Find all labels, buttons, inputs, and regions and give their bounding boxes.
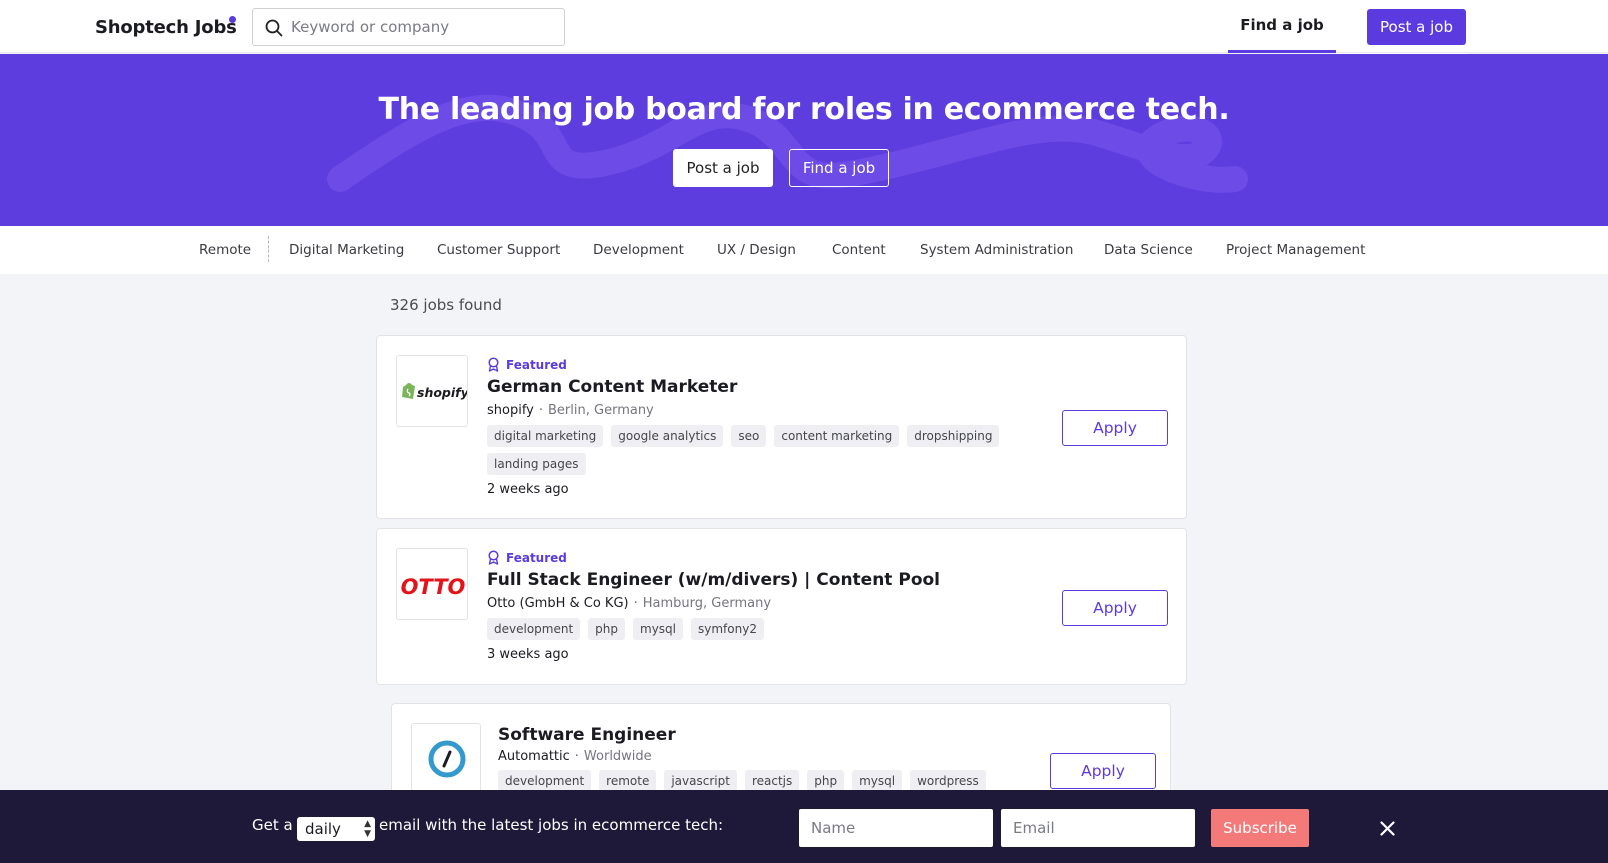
- award-icon: [488, 357, 499, 372]
- job-title[interactable]: Full Stack Engineer (w/m/divers) | Conte…: [487, 570, 940, 590]
- subscribe-email-input[interactable]: [1001, 809, 1195, 847]
- meta-separator: ·: [574, 749, 579, 764]
- category-customer-support[interactable]: Customer Support: [437, 226, 560, 274]
- tag[interactable]: landing pages: [487, 453, 586, 475]
- tag[interactable]: development: [487, 618, 581, 640]
- nav-find-job[interactable]: Find a job: [1228, 0, 1336, 53]
- tag[interactable]: wordpress: [910, 770, 986, 792]
- tag[interactable]: php: [588, 618, 626, 640]
- hero-banner: The leading job board for roles in ecomm…: [0, 54, 1608, 226]
- tag[interactable]: javascript: [664, 770, 737, 792]
- shopify-logo-icon: shopify: [402, 383, 468, 400]
- tag[interactable]: seo: [731, 425, 767, 447]
- jobs-found-count: 326 jobs found: [390, 296, 502, 314]
- category-digital-marketing[interactable]: Digital Marketing: [289, 226, 404, 274]
- category-ux-design[interactable]: UX / Design: [717, 226, 796, 274]
- tag[interactable]: php: [807, 770, 845, 792]
- job-location: Worldwide: [583, 749, 652, 764]
- category-bar: Remote Digital Marketing Customer Suppor…: [0, 226, 1608, 274]
- category-remote[interactable]: Remote: [199, 226, 251, 274]
- job-location: Berlin, Germany: [548, 403, 654, 418]
- job-meta: shopify · Berlin, Germany: [487, 403, 654, 418]
- job-title[interactable]: Software Engineer: [498, 725, 676, 745]
- apply-button[interactable]: Apply: [1062, 410, 1168, 446]
- tag[interactable]: content marketing: [774, 425, 900, 447]
- category-system-administration[interactable]: System Administration: [920, 226, 1073, 274]
- featured-badge: Featured: [487, 357, 567, 372]
- posted-time: 2 weeks ago: [487, 482, 569, 497]
- hero-title: The leading job board for roles in ecomm…: [378, 92, 1230, 127]
- subscribe-text-before: Get a: [252, 816, 293, 834]
- subscribe-bar: Get a daily ▲ ▼ email with the latest job…: [0, 790, 1608, 863]
- job-card[interactable]: shopify Featured German Content Marketer…: [376, 335, 1187, 519]
- search-box[interactable]: [252, 8, 565, 46]
- apply-button[interactable]: Apply: [1050, 753, 1156, 789]
- category-development[interactable]: Development: [593, 226, 684, 274]
- job-meta: Automattic · Worldwide: [498, 749, 652, 764]
- hero-swirl-decoration: [327, 94, 1248, 193]
- category-data-science[interactable]: Data Science: [1104, 226, 1193, 274]
- tag-list: development remote javascript reactjs ph…: [498, 770, 1058, 792]
- top-header: Shoptech Jobs Find a job Post a job: [0, 0, 1608, 53]
- shopify-logo-text: shopify: [417, 385, 468, 400]
- search-input[interactable]: [291, 9, 556, 45]
- company-logo: OTTO: [396, 548, 468, 620]
- select-arrows-icon: ▲ ▼: [364, 819, 371, 839]
- posted-time: 3 weeks ago: [487, 647, 569, 662]
- company-name[interactable]: Otto (GmbH & Co KG): [487, 596, 629, 611]
- otto-logo-icon: OTTO: [401, 575, 466, 599]
- tag[interactable]: mysql: [633, 618, 684, 640]
- job-location: Hamburg, Germany: [642, 596, 772, 611]
- job-meta: Otto (GmbH & Co KG) · Hamburg, Germany: [487, 596, 771, 611]
- featured-label: Featured: [506, 357, 567, 372]
- automattic-logo-icon: [428, 740, 466, 778]
- nav-post-job-button[interactable]: Post a job: [1367, 9, 1466, 45]
- tag-list: digital marketing google analytics seo c…: [487, 425, 1007, 475]
- tag[interactable]: remote: [599, 770, 657, 792]
- tag[interactable]: mysql: [852, 770, 903, 792]
- tag[interactable]: symfony2: [691, 618, 764, 640]
- hero-post-job-button[interactable]: Post a job: [673, 149, 773, 187]
- frequency-value: daily: [305, 820, 341, 838]
- award-icon: [488, 550, 499, 565]
- meta-separator: ·: [633, 596, 638, 611]
- search-icon: [265, 19, 283, 37]
- hero-find-job-button[interactable]: Find a job: [789, 149, 889, 187]
- tag[interactable]: dropshipping: [907, 425, 1000, 447]
- apply-button[interactable]: Apply: [1062, 590, 1168, 626]
- subscribe-text-after: email with the latest jobs in ecommerce …: [379, 816, 724, 834]
- company-name[interactable]: Automattic: [498, 749, 570, 764]
- company-logo: shopify: [396, 355, 468, 427]
- logo-dot-icon: [229, 16, 236, 23]
- category-project-management[interactable]: Project Management: [1226, 226, 1365, 274]
- job-title[interactable]: German Content Marketer: [487, 377, 737, 397]
- category-divider: [268, 236, 269, 262]
- tag[interactable]: digital marketing: [487, 425, 604, 447]
- company-logo: [411, 723, 481, 793]
- frequency-select[interactable]: daily ▲ ▼: [297, 817, 375, 841]
- category-content[interactable]: Content: [832, 226, 886, 274]
- subscribe-button[interactable]: Subscribe: [1211, 809, 1309, 847]
- tag[interactable]: reactjs: [744, 770, 800, 792]
- job-card[interactable]: OTTO Featured Full Stack Engineer (w/m/d…: [376, 528, 1187, 685]
- site-logo[interactable]: Shoptech Jobs: [95, 17, 237, 38]
- featured-label: Featured: [506, 550, 567, 565]
- tag[interactable]: development: [498, 770, 592, 792]
- featured-badge: Featured: [487, 550, 567, 565]
- subscribe-name-input[interactable]: [799, 809, 993, 847]
- tag-list: development php mysql symfony2: [487, 618, 1007, 640]
- tag[interactable]: google analytics: [611, 425, 724, 447]
- otto-logo-text: OTTO: [401, 575, 466, 599]
- close-icon[interactable]: [1380, 821, 1395, 836]
- meta-separator: ·: [538, 403, 544, 418]
- company-name[interactable]: shopify: [487, 403, 534, 418]
